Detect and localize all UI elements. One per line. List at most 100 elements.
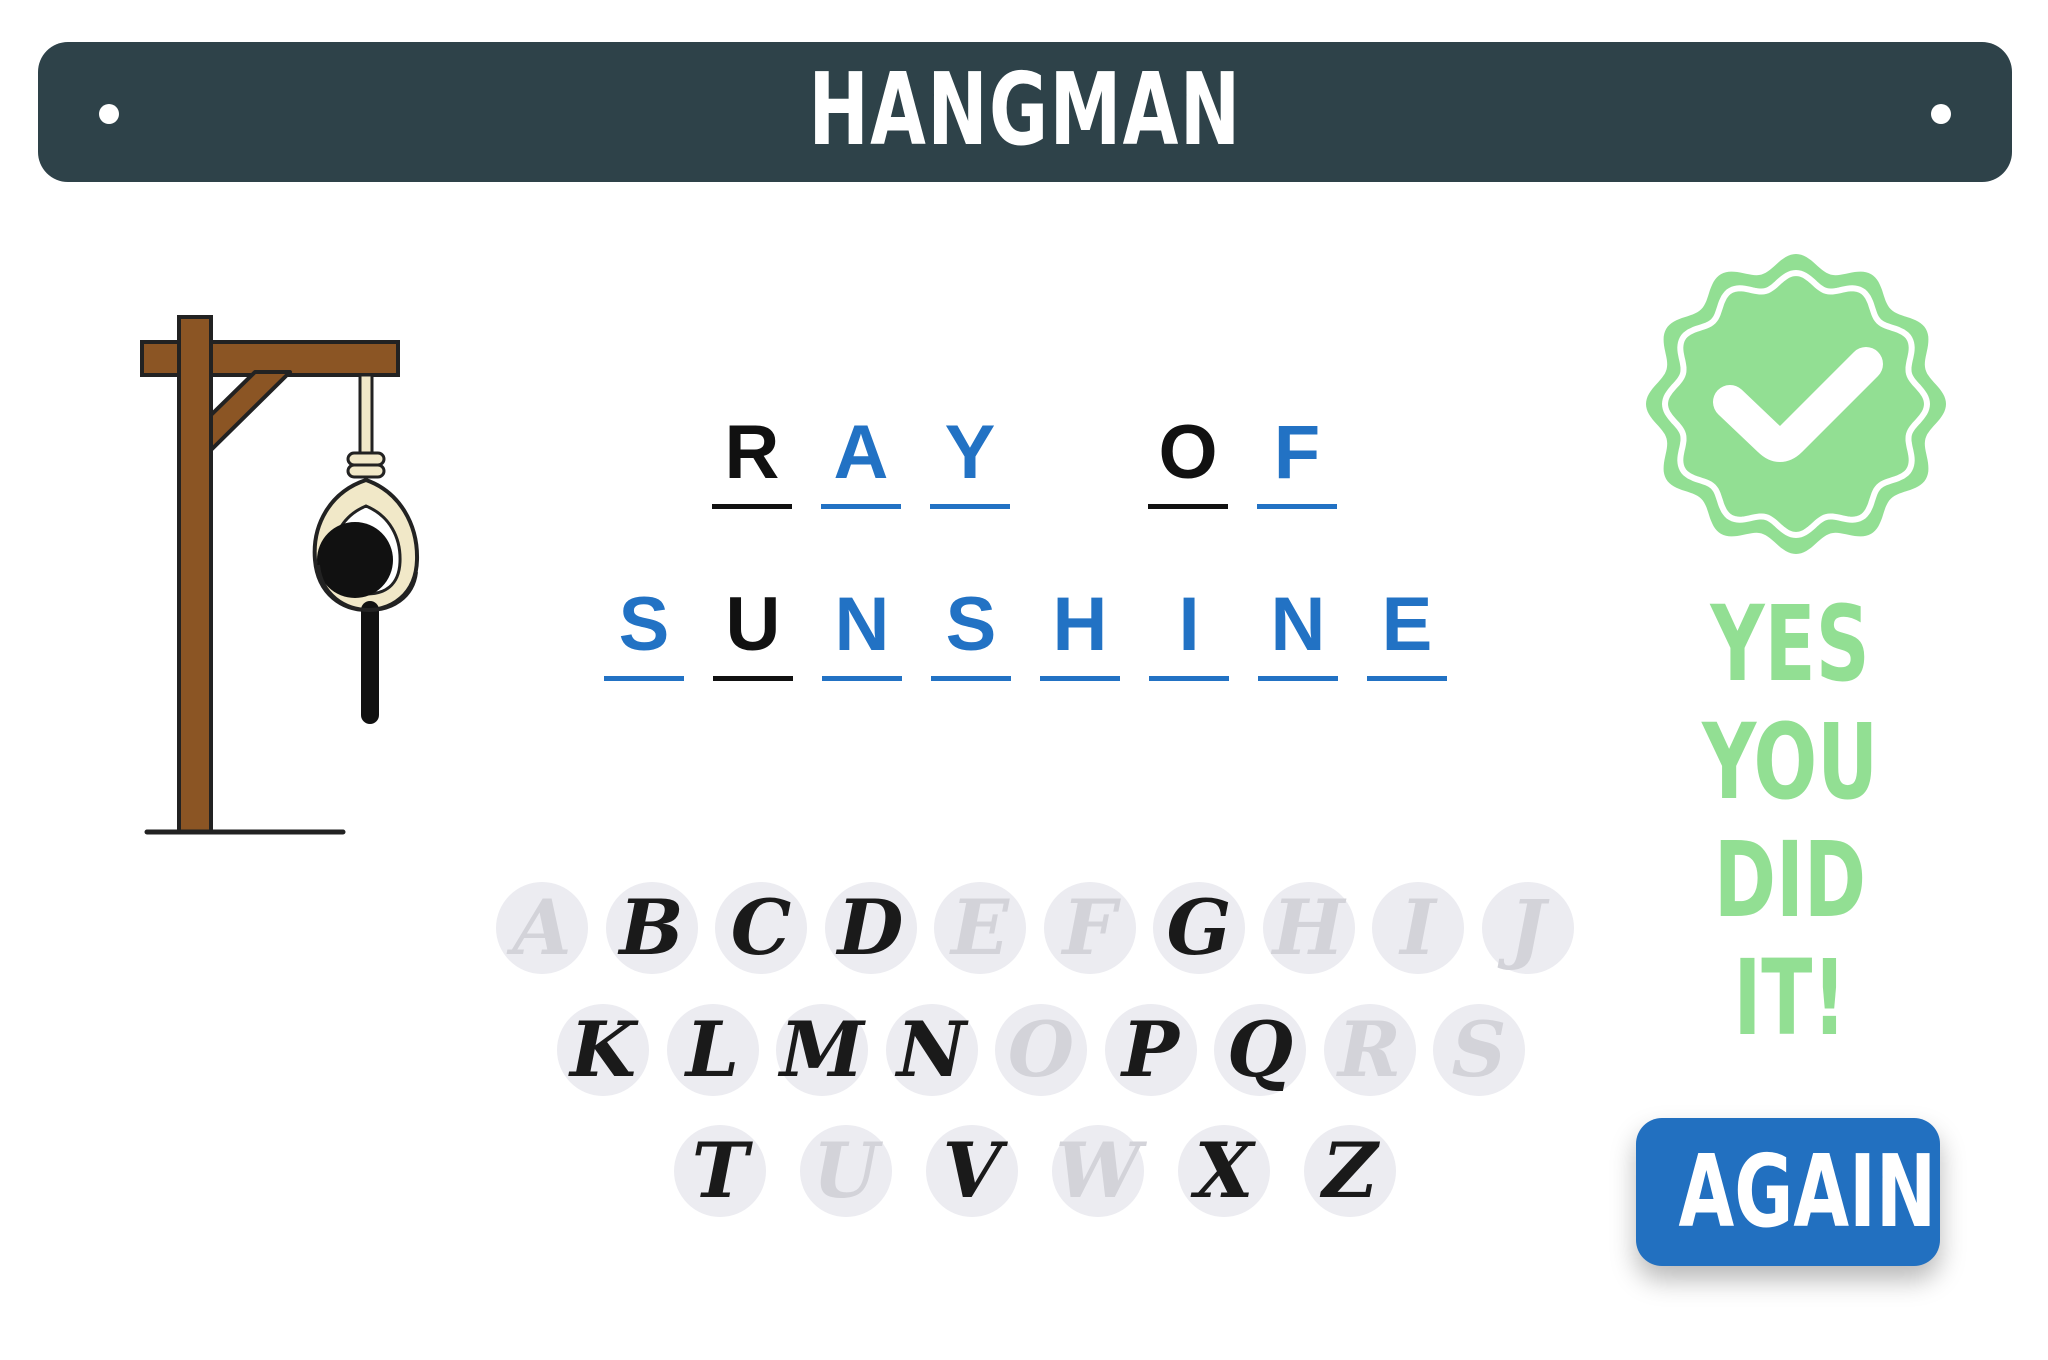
- letter-slot: U: [713, 580, 793, 720]
- key-d[interactable]: D: [824, 882, 917, 974]
- key-o: O: [995, 1004, 1087, 1096]
- key-letter: X: [1194, 1126, 1254, 1215]
- letter-slot: F: [1257, 408, 1337, 548]
- key-i: I: [1372, 882, 1464, 974]
- key-letter: H: [1272, 883, 1345, 972]
- key-w: W: [1052, 1125, 1144, 1217]
- slot-underline: [1257, 504, 1337, 509]
- letter-slot: Y: [930, 408, 1010, 548]
- key-letter: B: [619, 883, 684, 972]
- slot-letter: N: [834, 582, 890, 667]
- key-m[interactable]: M: [776, 1004, 868, 1096]
- key-letter: R: [1337, 1005, 1402, 1094]
- key-g[interactable]: G: [1153, 882, 1245, 974]
- key-letter: A: [512, 883, 572, 972]
- slot-letter: R: [724, 410, 780, 495]
- slot-letter: A: [833, 410, 889, 495]
- letter-slot: I: [1149, 580, 1229, 720]
- key-letter: P: [1121, 1005, 1180, 1094]
- letter-slot: H: [1040, 580, 1120, 720]
- key-k[interactable]: K: [557, 1004, 649, 1096]
- slot-underline: [821, 504, 901, 509]
- key-letter: V: [942, 1126, 1002, 1215]
- key-u: U: [800, 1125, 892, 1217]
- slot-letter: S: [945, 582, 997, 667]
- bolt-dot-right: [1931, 104, 1951, 124]
- key-letter: N: [896, 1005, 967, 1094]
- key-letter: W: [1055, 1126, 1141, 1215]
- key-p[interactable]: P: [1104, 1004, 1197, 1096]
- key-t[interactable]: T: [674, 1125, 766, 1217]
- key-letter: F: [1062, 883, 1117, 972]
- letter-slot: N: [822, 580, 902, 720]
- key-letter: I: [1400, 883, 1436, 972]
- letter-slot: S: [604, 580, 684, 720]
- key-letter: Q: [1226, 1005, 1294, 1094]
- key-c[interactable]: C: [715, 882, 807, 974]
- slot-letter: F: [1273, 410, 1321, 495]
- slot-underline: [713, 676, 793, 681]
- key-e: E: [934, 882, 1026, 974]
- slot-underline: [930, 504, 1010, 509]
- key-letter: L: [685, 1005, 740, 1094]
- key-letter: K: [569, 1005, 637, 1094]
- success-line-4: IT!: [1733, 937, 1847, 1059]
- key-letter: S: [1451, 1005, 1507, 1094]
- key-l[interactable]: L: [666, 1004, 759, 1096]
- success-line-3: DID: [1713, 819, 1867, 941]
- key-v[interactable]: V: [926, 1125, 1018, 1217]
- key-letter: T: [691, 1126, 749, 1215]
- key-letter: E: [951, 883, 1009, 972]
- key-n[interactable]: N: [885, 1004, 978, 1096]
- letter-slot: R: [712, 408, 792, 548]
- game-title: HANGMAN: [808, 51, 1242, 168]
- key-letter: D: [837, 883, 904, 972]
- letter-slot: E: [1367, 580, 1447, 720]
- slot-underline: [1149, 676, 1229, 681]
- slot-letter: N: [1270, 582, 1326, 667]
- letter-slot: O: [1148, 408, 1228, 548]
- key-letter: Z: [1322, 1126, 1378, 1215]
- slot-underline: [604, 676, 684, 681]
- slot-letter: U: [725, 582, 781, 667]
- slot-underline: [1148, 504, 1228, 509]
- slot-underline: [1040, 676, 1120, 681]
- key-x[interactable]: X: [1178, 1125, 1270, 1217]
- success-line-1: YES: [1710, 583, 1870, 705]
- slot-letter: E: [1381, 582, 1433, 667]
- key-b[interactable]: B: [605, 882, 698, 974]
- success-message: YES YOU DID IT!: [1640, 585, 1940, 1057]
- key-a: A: [496, 882, 588, 974]
- slot-underline: [1258, 676, 1338, 681]
- slot-letter: S: [618, 582, 670, 667]
- key-r: R: [1323, 1004, 1416, 1096]
- key-letter: C: [730, 883, 792, 972]
- slot-letter: O: [1158, 410, 1218, 495]
- key-letter: J: [1509, 883, 1546, 972]
- success-line-2: YOU: [1701, 701, 1879, 823]
- again-button-label: AGAIN: [1678, 1133, 1937, 1250]
- bolt-dot-left: [99, 104, 119, 124]
- title-bar: HANGMAN: [38, 42, 2012, 182]
- key-j: J: [1481, 882, 1574, 974]
- slot-letter: H: [1052, 582, 1108, 667]
- letter-slot: A: [821, 408, 901, 548]
- slot-letter: Y: [944, 410, 996, 495]
- again-button[interactable]: AGAIN: [1636, 1118, 1940, 1266]
- key-letter: G: [1166, 883, 1232, 972]
- key-letter: O: [1007, 1005, 1075, 1094]
- slot-underline: [822, 676, 902, 681]
- letter-slot: S: [931, 580, 1011, 720]
- slot-letter: I: [1178, 582, 1200, 667]
- key-f: F: [1043, 882, 1136, 974]
- slot-underline: [931, 676, 1011, 681]
- letter-slot: N: [1258, 580, 1338, 720]
- check-badge-icon: [1646, 254, 1946, 554]
- key-q[interactable]: Q: [1214, 1004, 1306, 1096]
- key-letter: M: [779, 1005, 865, 1094]
- key-z[interactable]: Z: [1304, 1125, 1396, 1217]
- gallows-illustration: [140, 315, 420, 835]
- key-s: S: [1433, 1004, 1525, 1096]
- key-letter: U: [812, 1126, 880, 1215]
- slot-underline: [1367, 676, 1447, 681]
